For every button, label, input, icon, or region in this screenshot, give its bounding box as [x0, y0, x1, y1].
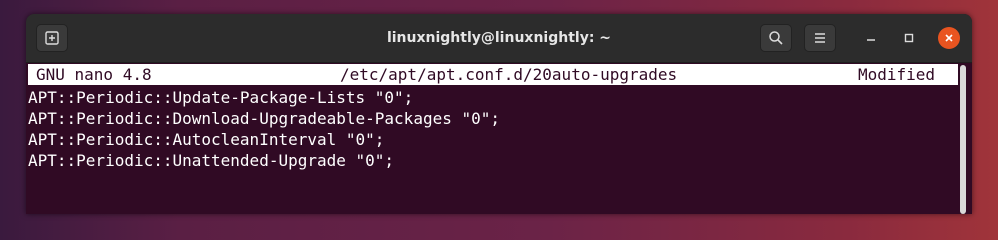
file-line: APT::Periodic::Update-Package-Lists "0";: [28, 88, 414, 107]
nano-modified-status: Modified: [858, 65, 936, 84]
minimize-icon: [867, 39, 875, 41]
terminal-content[interactable]: GNU nano 4.8 /etc/apt/apt.conf.d/20auto-…: [26, 63, 972, 214]
hamburger-menu-icon: [815, 33, 825, 43]
maximize-button[interactable]: [898, 27, 920, 49]
close-button[interactable]: [938, 27, 960, 49]
terminal-window: linuxnightly@linuxnightly: ~ GNU nano 4.…: [26, 14, 972, 214]
minimize-button[interactable]: [860, 27, 882, 49]
search-icon: [769, 31, 783, 45]
nano-file-path: /etc/apt/apt.conf.d/20auto-upgrades: [340, 65, 678, 84]
nano-version: GNU nano 4.8: [36, 65, 152, 84]
search-button[interactable]: [760, 24, 792, 52]
menu-button[interactable]: [804, 24, 836, 52]
nano-header-bar: GNU nano 4.8 /etc/apt/apt.conf.d/20auto-…: [28, 64, 958, 85]
file-line: APT::Periodic::Download-Upgradeable-Pack…: [28, 109, 501, 128]
maximize-icon: [904, 33, 914, 43]
file-line: APT::Periodic::Unattended-Upgrade "0";: [28, 151, 395, 170]
file-line: APT::Periodic::AutocleanInterval "0";: [28, 130, 385, 149]
close-icon: [945, 34, 953, 42]
titlebar: linuxnightly@linuxnightly: ~: [26, 14, 972, 63]
scrollbar[interactable]: [960, 65, 966, 214]
